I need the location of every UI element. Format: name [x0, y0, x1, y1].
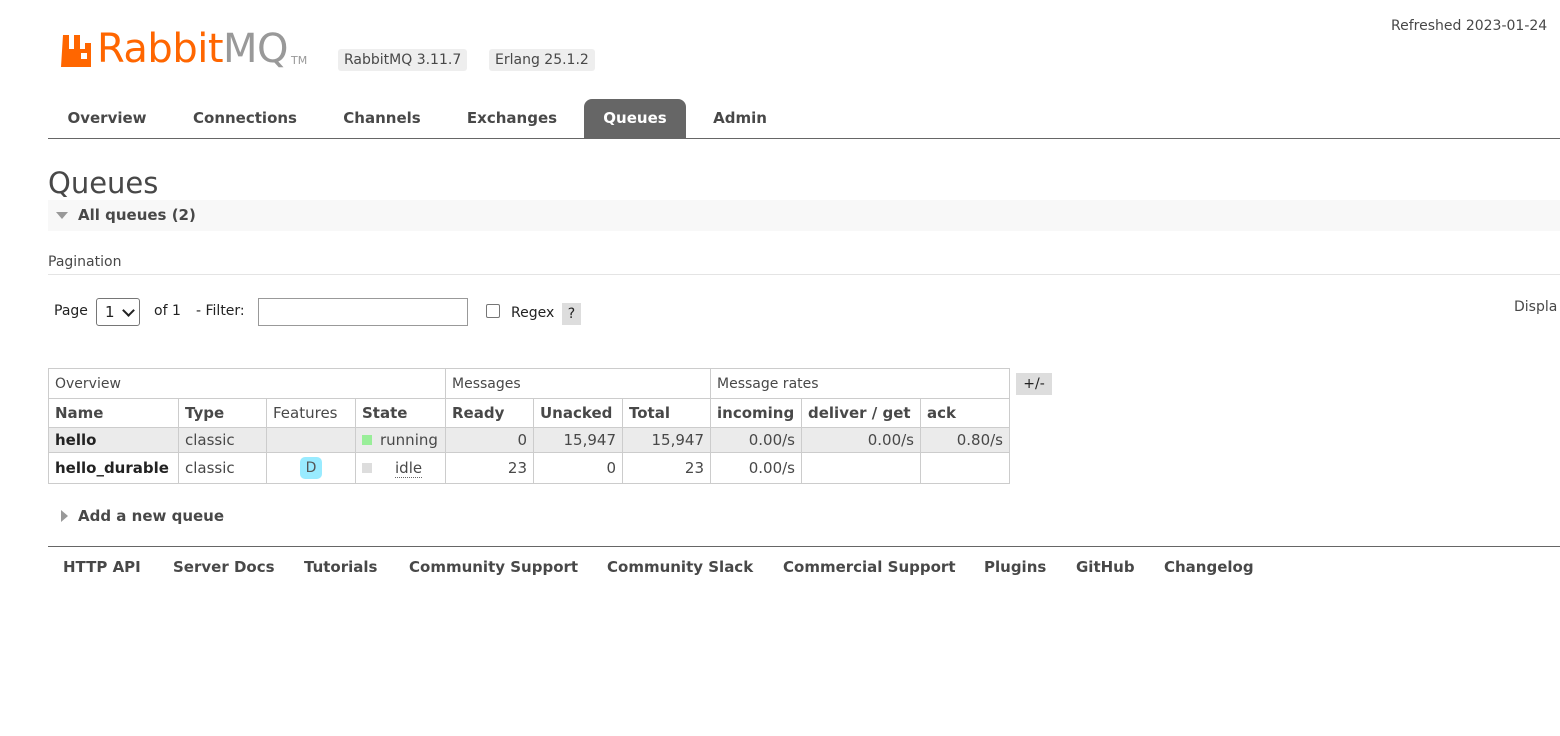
- rate-incoming: 0.00/s: [710, 427, 802, 453]
- main-nav-tabs: Overview Connections Channels Exchanges …: [48, 99, 1560, 139]
- col-header-ready[interactable]: Ready: [445, 398, 534, 428]
- tab-channels[interactable]: Channels: [328, 99, 436, 138]
- rabbit-logo-icon: [61, 35, 91, 67]
- footer-link-server-docs[interactable]: Server Docs: [173, 558, 275, 576]
- col-header-name[interactable]: Name: [48, 398, 179, 428]
- page-select[interactable]: 1: [96, 298, 140, 326]
- footer-link-community-slack[interactable]: Community Slack: [607, 558, 753, 576]
- col-header-deliver-get[interactable]: deliver / get: [801, 398, 921, 428]
- filter-input[interactable]: [258, 298, 468, 326]
- footer-link-plugins[interactable]: Plugins: [984, 558, 1046, 576]
- messages-total: 23: [622, 452, 711, 484]
- footer-link-tutorials[interactable]: Tutorials: [304, 558, 377, 576]
- rate-ack: [920, 452, 1010, 484]
- refreshed-timestamp[interactable]: Refreshed 2023-01-24: [1391, 18, 1547, 34]
- queue-features: D: [266, 452, 356, 484]
- footer-link-changelog[interactable]: Changelog: [1164, 558, 1254, 576]
- logo-trademark: TM: [291, 54, 308, 67]
- queue-state: idle: [355, 452, 446, 484]
- state-idle-icon: [362, 463, 372, 473]
- tab-exchanges[interactable]: Exchanges: [450, 99, 574, 138]
- rate-incoming: 0.00/s: [710, 452, 802, 484]
- queue-state: running: [355, 427, 446, 453]
- queues-table: Overview Messages Message rates Name Typ…: [48, 368, 1010, 484]
- col-header-unacked[interactable]: Unacked: [533, 398, 623, 428]
- group-header-message-rates: Message rates: [710, 368, 1010, 399]
- footer-link-commercial-support[interactable]: Commercial Support: [783, 558, 956, 576]
- filter-label: - Filter:: [196, 303, 245, 319]
- tab-queues[interactable]: Queues: [584, 99, 686, 138]
- col-header-incoming[interactable]: incoming: [710, 398, 802, 428]
- add-queue-label: Add a new queue: [78, 507, 225, 525]
- regex-label[interactable]: Regex: [511, 305, 554, 321]
- footer-links: HTTP API Server Docs Tutorials Community…: [48, 546, 1560, 587]
- tab-admin[interactable]: Admin: [700, 99, 780, 138]
- add-queue-toggle[interactable]: Add a new queue: [61, 505, 224, 527]
- chevron-down-icon: [122, 304, 135, 317]
- state-label: running: [380, 431, 438, 449]
- rate-deliver-get: [801, 452, 921, 484]
- messages-unacked: 15,947: [533, 427, 623, 453]
- queue-type: classic: [178, 452, 267, 484]
- tab-overview[interactable]: Overview: [48, 99, 166, 138]
- queue-features: [266, 427, 356, 453]
- page-select-value: 1: [105, 303, 115, 321]
- table-row[interactable]: hello_durable classic D idle 23 0 23 0.0…: [48, 452, 1010, 484]
- tab-connections[interactable]: Connections: [176, 99, 314, 138]
- group-header-messages: Messages: [445, 368, 711, 399]
- page-title: Queues: [48, 166, 159, 200]
- expand-triangle-icon: [61, 510, 68, 522]
- table-column-header-row: Name Type Features State Ready Unacked T…: [48, 398, 1010, 428]
- col-header-type[interactable]: Type: [178, 398, 267, 428]
- rabbitmq-management-page: RabbitMQ TM RabbitMQ 3.11.7 Erlang 25.1.…: [0, 0, 1560, 736]
- rabbitmq-version-badge: RabbitMQ 3.11.7: [338, 49, 468, 71]
- erlang-version-badge: Erlang 25.1.2: [489, 49, 595, 71]
- group-header-overview: Overview: [48, 368, 446, 399]
- page-of-label: of 1: [154, 303, 181, 319]
- col-header-features: Features: [266, 398, 356, 428]
- footer-link-community-support[interactable]: Community Support: [409, 558, 578, 576]
- all-queues-toggle[interactable]: All queues (2): [56, 200, 196, 231]
- all-queues-label: All queues (2): [78, 206, 196, 224]
- rate-ack: 0.80/s: [920, 427, 1010, 453]
- rabbitmq-logo[interactable]: RabbitMQ TM: [61, 25, 307, 69]
- table-row[interactable]: hello classic running 0 15,947 15,947 0.…: [48, 427, 1010, 453]
- collapse-triangle-icon: [56, 212, 68, 219]
- messages-total: 15,947: [622, 427, 711, 453]
- messages-ready: 23: [445, 452, 534, 484]
- queue-type: classic: [178, 427, 267, 453]
- messages-unacked: 0: [533, 452, 623, 484]
- col-header-ack[interactable]: ack: [920, 398, 1010, 428]
- display-label: Displa: [1514, 299, 1558, 315]
- col-header-state[interactable]: State: [355, 398, 446, 428]
- durable-feature-badge[interactable]: D: [300, 457, 322, 479]
- page-label: Page: [54, 303, 88, 319]
- regex-help-button[interactable]: ?: [562, 303, 581, 325]
- pagination-heading: Pagination: [48, 254, 122, 270]
- pagination-divider: [48, 274, 1560, 275]
- all-queues-section-header: All queues (2): [48, 200, 1560, 231]
- messages-ready: 0: [445, 427, 534, 453]
- logo-wordmark: RabbitMQ: [97, 26, 289, 72]
- regex-checkbox[interactable]: [486, 304, 500, 318]
- queue-name-link[interactable]: hello_durable: [48, 452, 179, 484]
- rate-deliver-get: 0.00/s: [801, 427, 921, 453]
- state-label[interactable]: idle: [395, 459, 423, 478]
- footer-link-http-api[interactable]: HTTP API: [63, 558, 141, 576]
- queue-name-link[interactable]: hello: [48, 427, 179, 453]
- col-header-total[interactable]: Total: [622, 398, 711, 428]
- state-running-icon: [362, 435, 372, 445]
- footer-link-github[interactable]: GitHub: [1076, 558, 1135, 576]
- table-group-header-row: Overview Messages Message rates: [48, 368, 1010, 399]
- columns-toggle-button[interactable]: +/-: [1016, 373, 1052, 395]
